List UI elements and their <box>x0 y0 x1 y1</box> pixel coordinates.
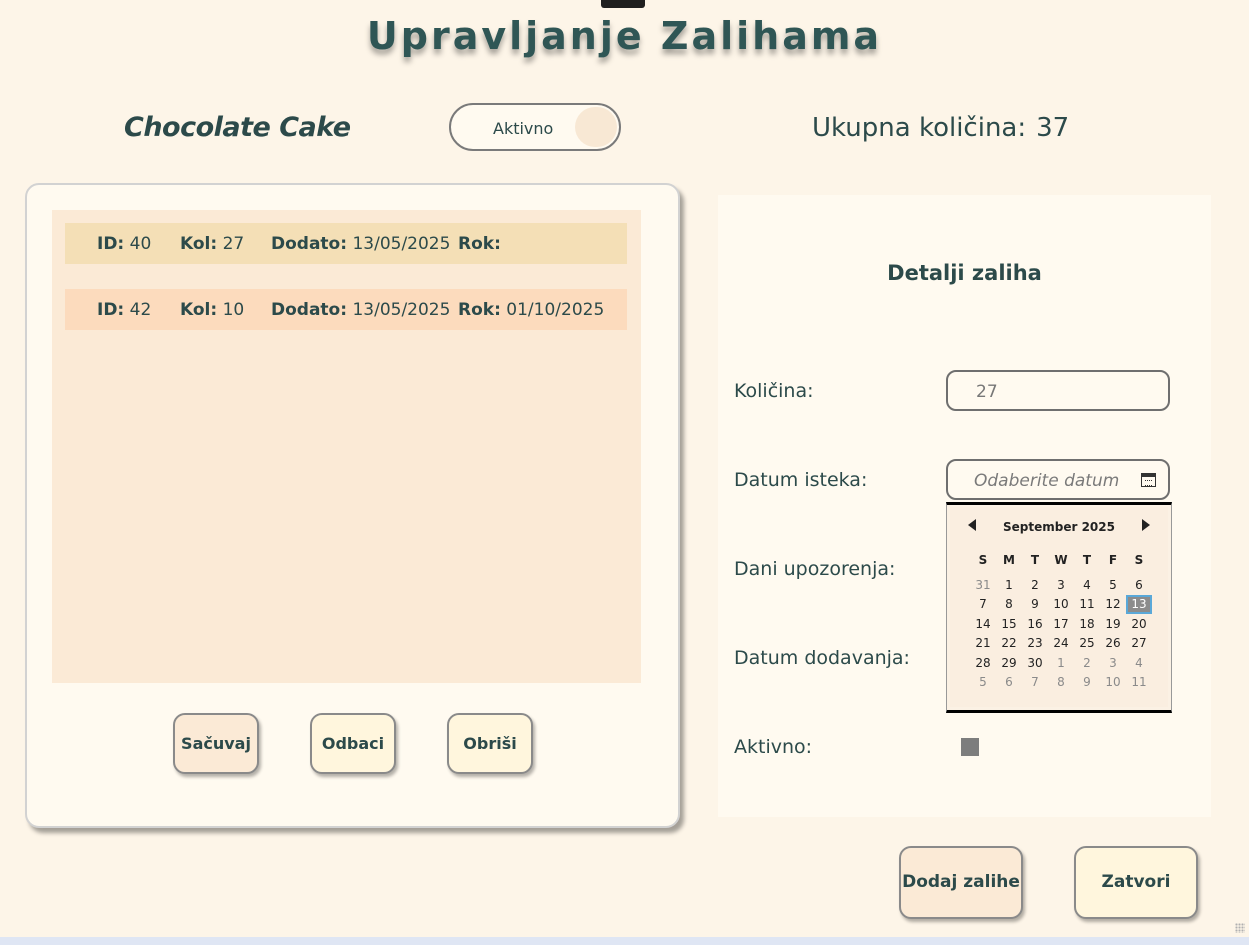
calendar-day[interactable]: 3 <box>1048 576 1074 595</box>
stock-row[interactable]: ID: 40 Kol: 27 Dodato: 13/05/2025 Rok: <box>65 223 627 264</box>
next-month-icon[interactable] <box>1142 519 1150 531</box>
row-quantity: Kol: 27 <box>180 234 245 254</box>
total-quantity: Ukupna količina: 37 <box>812 113 1069 143</box>
calendar-day[interactable]: 14 <box>970 615 996 634</box>
calendar-week: 5 6 7 8 9 10 11 <box>970 673 1152 692</box>
calendar-day[interactable]: 23 <box>1022 634 1048 653</box>
calendar-week: 31 1 2 3 4 5 6 <box>970 576 1152 595</box>
details-title: Detalji zaliha <box>887 261 1042 285</box>
calendar-week: 14 15 16 17 18 19 20 <box>970 615 1152 634</box>
stock-list-panel: ID: 40 Kol: 27 Dodato: 13/05/2025 Rok: I… <box>25 183 680 828</box>
stock-list: ID: 40 Kol: 27 Dodato: 13/05/2025 Rok: I… <box>52 210 641 683</box>
calendar-day[interactable]: 17 <box>1048 615 1074 634</box>
active-checkbox[interactable] <box>961 738 979 756</box>
save-button[interactable]: Sačuvaj <box>173 713 259 774</box>
weekday: S <box>1134 553 1144 567</box>
calendar-day[interactable]: 5 <box>970 673 996 692</box>
calendar-day[interactable]: 19 <box>1100 615 1126 634</box>
row-date-added: Dodato: 13/05/2025 <box>271 234 451 254</box>
calendar-day[interactable]: 8 <box>996 595 1022 614</box>
calendar-month: September 2025 <box>1003 520 1115 534</box>
calendar-day[interactable]: 30 <box>1022 654 1048 673</box>
calendar-day[interactable]: 27 <box>1126 634 1152 653</box>
quantity-label: Količina: <box>734 380 814 402</box>
calendar-day[interactable]: 20 <box>1126 615 1152 634</box>
calendar-day[interactable]: 2 <box>1022 576 1048 595</box>
calendar-day[interactable]: 25 <box>1074 634 1100 653</box>
delete-button[interactable]: Obriši <box>447 713 533 774</box>
calendar-day[interactable]: 7 <box>1022 673 1048 692</box>
calendar-day[interactable]: 1 <box>996 576 1022 595</box>
bottom-strip <box>0 937 1249 945</box>
row-expiry: Rok: <box>458 234 501 254</box>
expiry-date-picker[interactable]: Odaberite datum <box>946 459 1170 500</box>
active-toggle[interactable]: Aktivno <box>449 103 621 151</box>
calendar-day[interactable]: 9 <box>1074 673 1100 692</box>
calendar-day[interactable]: 9 <box>1022 595 1048 614</box>
product-name: Chocolate Cake <box>124 112 351 143</box>
total-quantity-label: Ukupna količina: <box>812 113 1027 143</box>
row-quantity: Kol: 10 <box>180 300 245 320</box>
calendar-day[interactable]: 22 <box>996 634 1022 653</box>
calendar-day[interactable]: 8 <box>1048 673 1074 692</box>
calendar-day[interactable]: 6 <box>996 673 1022 692</box>
weekday: T <box>1082 553 1092 567</box>
calendar-day[interactable]: 6 <box>1126 576 1152 595</box>
active-toggle-label: Aktivno <box>493 119 554 138</box>
calendar-day[interactable]: 7 <box>970 595 996 614</box>
calendar-day[interactable]: 26 <box>1100 634 1126 653</box>
calendar-day[interactable]: 13 <box>1126 595 1152 615</box>
calendar-week: 28 29 30 1 2 3 4 <box>970 654 1152 673</box>
calendar-day[interactable]: 10 <box>1048 595 1074 614</box>
calendar-day[interactable]: 31 <box>970 576 996 595</box>
calendar-day[interactable]: 21 <box>970 634 996 653</box>
calendar-day[interactable]: 16 <box>1022 615 1048 634</box>
window-top-handle <box>601 0 645 8</box>
calendar-day[interactable]: 28 <box>970 654 996 673</box>
warning-days-label: Dani upozorenja: <box>734 558 896 580</box>
add-stock-button[interactable]: Dodaj zalihe <box>899 846 1023 919</box>
total-quantity-value: 37 <box>1036 113 1070 143</box>
row-date-added: Dodato: 13/05/2025 <box>271 300 451 320</box>
stock-row[interactable]: ID: 42 Kol: 10 Dodato: 13/05/2025 Rok: 0… <box>65 289 627 330</box>
calendar-weekdays: S M T W T F S <box>970 553 1152 567</box>
expiry-date-placeholder: Odaberite datum <box>974 471 1120 491</box>
calendar-popup: September 2025 S M T W T F S 31 1 2 3 4 5 6 7 8 9… <box>946 502 1172 713</box>
calendar-day[interactable]: 18 <box>1074 615 1100 634</box>
calendar-day[interactable]: 29 <box>996 654 1022 673</box>
stock-details-panel: Detalji zaliha Količina: 27 Datum isteka… <box>718 195 1211 817</box>
calendar-day[interactable]: 11 <box>1126 673 1152 692</box>
calendar-day[interactable]: 4 <box>1074 576 1100 595</box>
calendar-icon[interactable] <box>1141 473 1156 487</box>
weekday: S <box>978 553 988 567</box>
weekday: T <box>1030 553 1040 567</box>
weekday: F <box>1108 553 1118 567</box>
calendar-week: 21 22 23 24 25 26 27 <box>970 634 1152 653</box>
calendar-day[interactable]: 10 <box>1100 673 1126 692</box>
calendar-day[interactable]: 12 <box>1100 595 1126 614</box>
calendar-day[interactable]: 1 <box>1048 654 1074 673</box>
discard-button[interactable]: Odbaci <box>310 713 396 774</box>
calendar-day[interactable]: 3 <box>1100 654 1126 673</box>
calendar-day[interactable]: 5 <box>1100 576 1126 595</box>
calendar-day[interactable]: 4 <box>1126 654 1152 673</box>
weekday: M <box>1003 553 1015 567</box>
expiry-date-label: Datum isteka: <box>734 469 868 491</box>
toggle-knob <box>575 107 617 147</box>
quantity-input[interactable]: 27 <box>946 370 1170 411</box>
row-expiry: Rok: 01/10/2025 <box>458 300 605 320</box>
calendar-day[interactable]: 2 <box>1074 654 1100 673</box>
resize-grip-icon[interactable] <box>1235 923 1245 933</box>
date-added-label: Datum dodavanja: <box>734 647 910 669</box>
page-title: Upravljanje Zalihama <box>366 14 883 58</box>
active-label: Aktivno: <box>734 736 813 758</box>
calendar-week: 7 8 9 10 11 12 13 <box>970 595 1152 615</box>
calendar-day[interactable]: 15 <box>996 615 1022 634</box>
calendar-day[interactable]: 24 <box>1048 634 1074 653</box>
weekday: W <box>1054 553 1068 567</box>
close-button[interactable]: Zatvori <box>1074 846 1198 919</box>
calendar-day[interactable]: 11 <box>1074 595 1100 614</box>
row-id: ID: 42 <box>97 300 152 320</box>
row-id: ID: 40 <box>97 234 152 254</box>
